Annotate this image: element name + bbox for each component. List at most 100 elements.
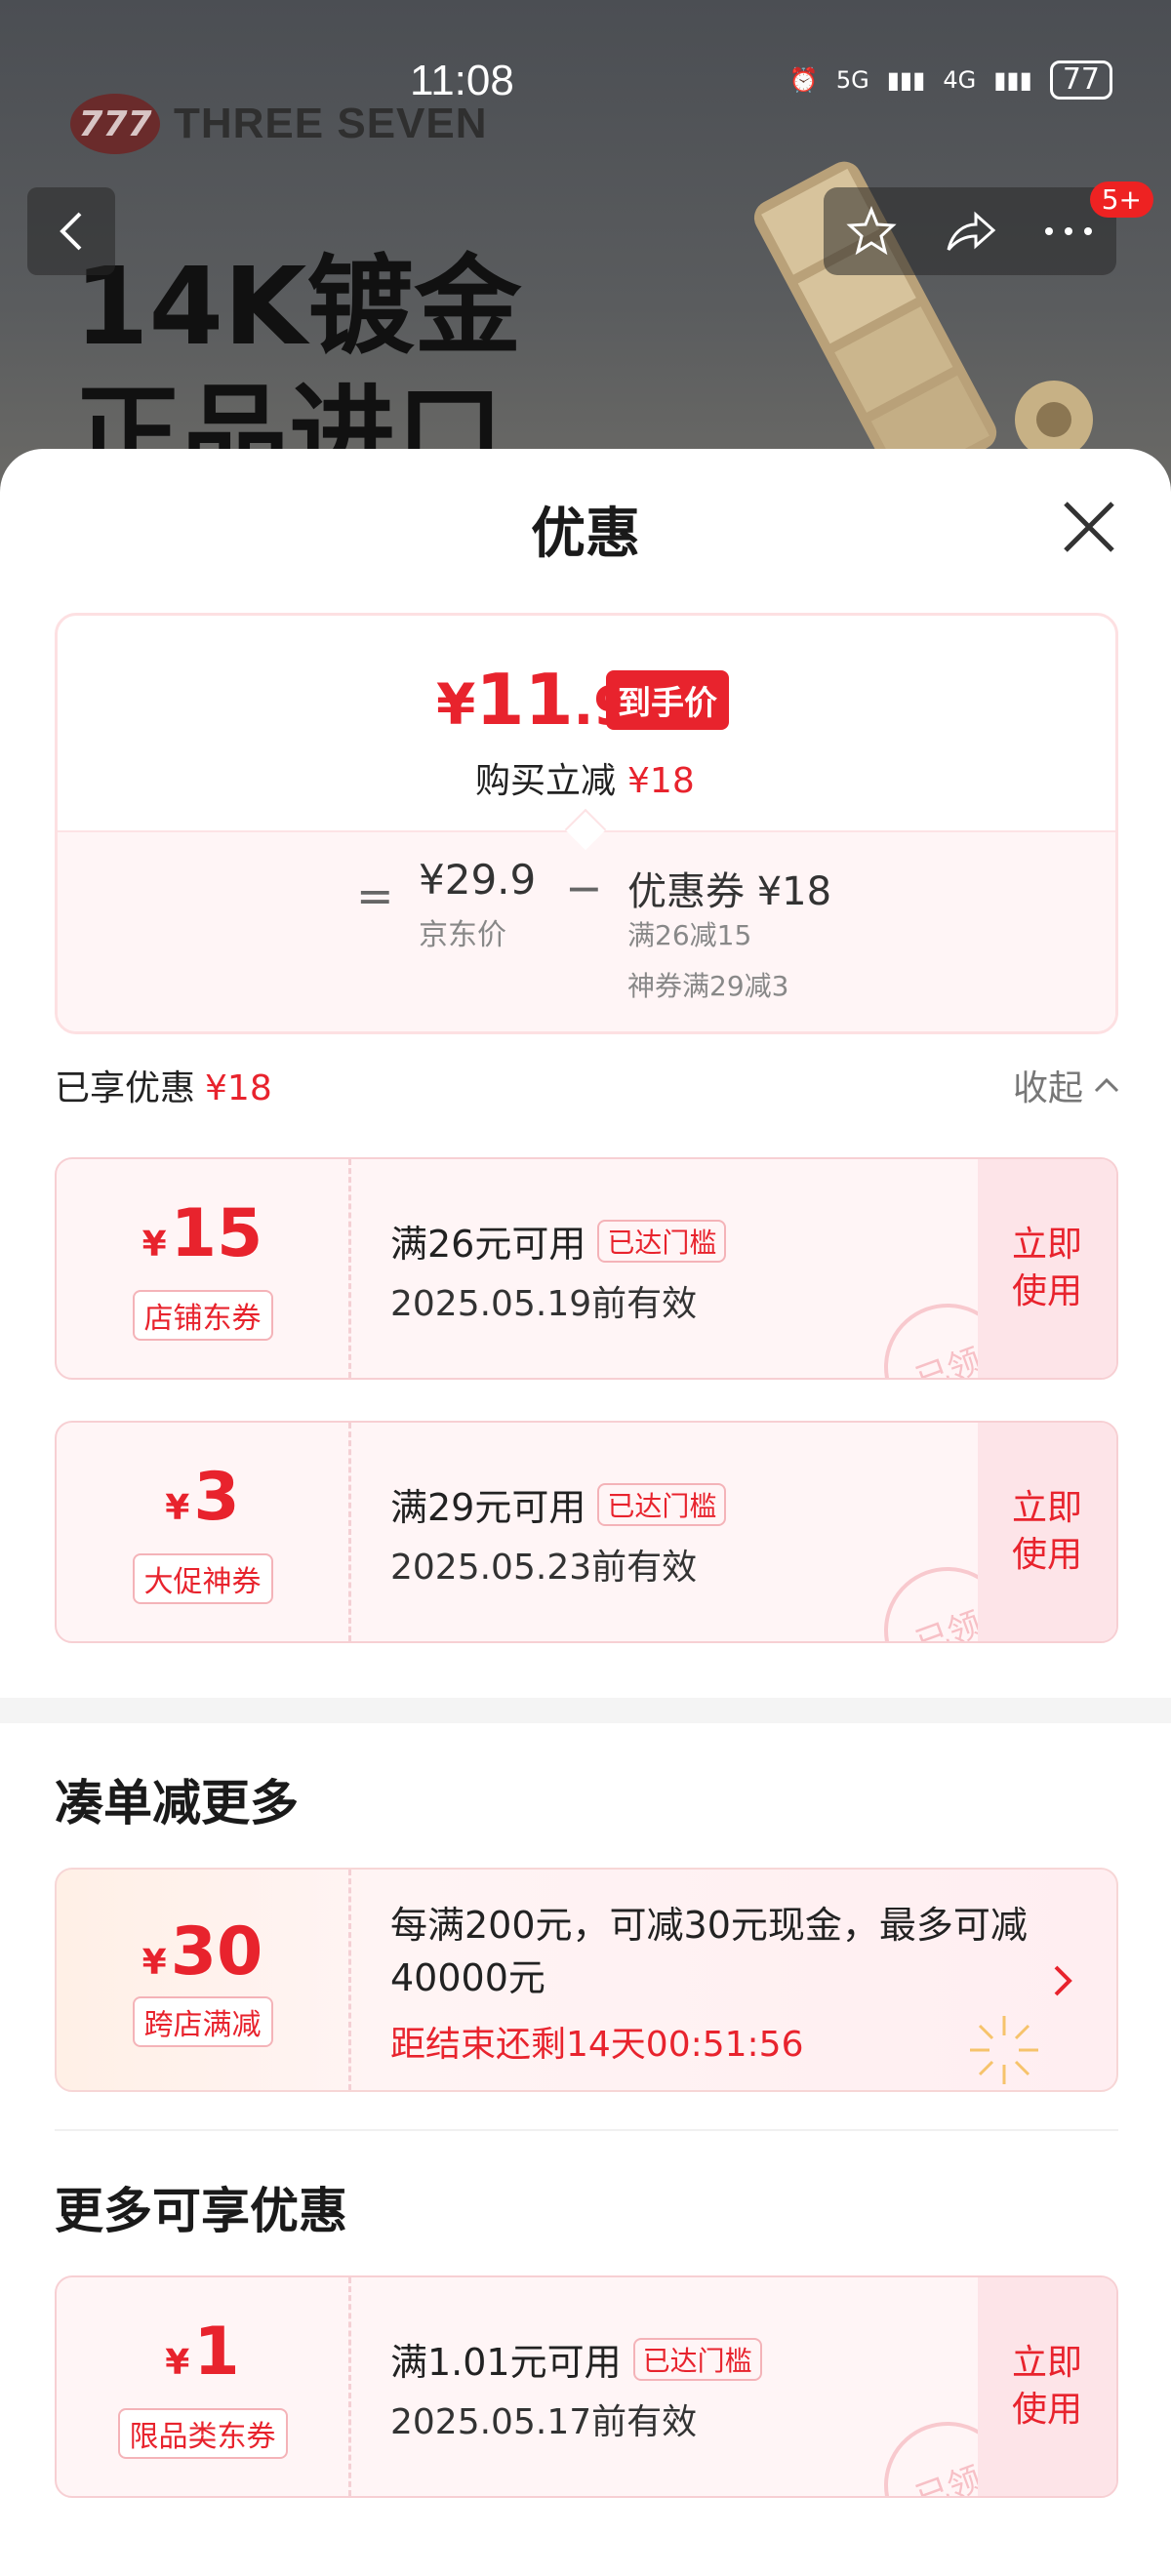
threshold-reached-badge: 已达门槛 xyxy=(597,1482,727,1526)
section-separator xyxy=(55,2129,1118,2131)
coupon-body: 满1.01元可用 已达门槛 2025.05.17前有效 xyxy=(390,2332,960,2444)
coupon-value: 15 xyxy=(170,1194,263,1272)
status-icons: ⏰ 5G ▮▮▮ 4G ▮▮▮ 77 xyxy=(789,60,1112,100)
coupon-type: 店铺东券 xyxy=(132,1289,273,1341)
battery-icon: 77 xyxy=(1049,60,1112,100)
signal-icon: ▮▮▮ xyxy=(886,66,926,94)
collapse-button[interactable]: 收起 xyxy=(1013,1060,1120,1110)
price-summary-card: ¥11.9 到手价 购买立减 ¥18 = ¥29.9 京东价 − 优惠券 ¥18 … xyxy=(55,613,1118,1034)
sparkle-icon xyxy=(970,2016,1038,2084)
use-now-label-2: 使用 xyxy=(1011,1271,1082,1311)
enjoyed-amount: ¥18 xyxy=(205,1068,272,1108)
coupon-type: 限品类东券 xyxy=(117,2407,288,2459)
notification-badge: 5+ xyxy=(1089,181,1153,218)
final-price-tag: 到手价 xyxy=(606,670,729,730)
use-now-label-1: 立即 xyxy=(1011,2343,1082,2383)
top-action-group xyxy=(824,187,1116,275)
coupon-amount-area: ¥3 大促神券 xyxy=(57,1423,351,1641)
instant-discount: 购买立减 ¥18 xyxy=(475,752,695,803)
enjoyed-discount: 已享优惠 ¥18 xyxy=(55,1060,272,1110)
equals-sign: = xyxy=(356,869,394,922)
coupon-condition-row: 满1.01元可用 已达门槛 xyxy=(390,2332,960,2386)
coupon-value: 1 xyxy=(193,2313,240,2391)
coupon-validity: 2025.05.19前有效 xyxy=(390,1284,698,1324)
brand-logo: 777 xyxy=(70,94,160,154)
brand-name: THREE SEVEN xyxy=(174,100,488,147)
coupon-body: 满29元可用 已达门槛 2025.05.23前有效 xyxy=(390,1477,960,1590)
minus-sign: − xyxy=(565,862,603,914)
back-arrow-icon xyxy=(60,212,82,251)
coupon-yen: ¥ xyxy=(165,2342,190,2383)
promo-amount-area: ¥30 跨店满减 xyxy=(57,1870,351,2090)
product-image xyxy=(753,161,1093,478)
share-icon[interactable] xyxy=(943,207,997,256)
collapse-label: 收起 xyxy=(1012,1068,1083,1108)
coupon-detail-1: 满26减15 xyxy=(627,919,752,951)
brand: 777 THREE SEVEN xyxy=(70,94,488,154)
jd-price-label: 京东价 xyxy=(419,918,506,952)
instant-label: 购买立减 xyxy=(475,761,617,801)
use-now-label-2: 使用 xyxy=(1011,2390,1082,2430)
more-deals-title: 凑单减更多 xyxy=(55,1775,299,1831)
headline-line-1: 14K镀金 xyxy=(74,244,522,369)
alarm-icon: ⏰ xyxy=(788,66,819,94)
close-icon[interactable] xyxy=(1058,496,1120,558)
use-now-label-1: 立即 xyxy=(1011,1488,1082,1528)
coupon-amount: ¥15 xyxy=(141,1194,263,1282)
coupon-body: 满26元可用 已达门槛 2025.05.19前有效 xyxy=(390,1214,960,1326)
coupon-condition-row: 满29元可用 已达门槛 xyxy=(390,1477,960,1531)
more-icon[interactable] xyxy=(1043,225,1094,237)
coupon-card: ¥3 大促神券 满29元可用 已达门槛 2025.05.23前有效 已领 立即使… xyxy=(55,1421,1118,1643)
use-now-label-2: 使用 xyxy=(1011,1535,1082,1575)
coupon-amount-area: ¥1 限品类东券 xyxy=(57,2277,351,2496)
coupon-card: ¥1 限品类东券 满1.01元可用 已达门槛 2025.05.17前有效 已领 … xyxy=(55,2275,1118,2498)
jd-price: ¥29.9 xyxy=(419,856,537,904)
chevron-right-icon xyxy=(1054,1965,1072,1996)
use-now-button[interactable]: 立即 使用 xyxy=(978,2277,1116,2496)
use-now-label-1: 立即 xyxy=(1011,1225,1082,1265)
coupon-condition: 满1.01元可用 xyxy=(390,2341,622,2384)
cross-store-promo-card[interactable]: ¥30 跨店满减 每满200元，可减30元现金，最多可减40000元 距结束还剩… xyxy=(55,1868,1118,2092)
final-price: ¥11.9 xyxy=(436,659,630,741)
coupon-condition: 满26元可用 xyxy=(390,1223,586,1266)
coupon-condition: 满29元可用 xyxy=(390,1486,586,1529)
use-now-button[interactable]: 立即 使用 xyxy=(978,1423,1116,1641)
coupon-condition-row: 满26元可用 已达门槛 xyxy=(390,1214,960,1268)
coupon-yen: ¥ xyxy=(165,1487,190,1528)
coupon-card: ¥15 店铺东券 满26元可用 已达门槛 2025.05.19前有效 已领 立即… xyxy=(55,1157,1118,1380)
coupon-amount: ¥1 xyxy=(165,2313,240,2400)
coupon-amount: ¥3 xyxy=(165,1458,240,1546)
section-divider xyxy=(0,1698,1171,1723)
threshold-reached-badge: 已达门槛 xyxy=(632,2337,762,2381)
coupon-yen: ¥ xyxy=(141,1224,167,1265)
coupon-detail-2: 神券满29减3 xyxy=(627,970,789,1002)
coupon-validity: 2025.05.17前有效 xyxy=(390,2402,698,2442)
threshold-reached-badge: 已达门槛 xyxy=(597,1219,727,1263)
price-int: 11 xyxy=(475,659,574,741)
promo-amount: ¥30 xyxy=(142,1913,263,1991)
use-now-button[interactable]: 立即 使用 xyxy=(978,1159,1116,1378)
network-5g: 5G xyxy=(835,66,869,94)
status-bar: 11:08 ⏰ 5G ▮▮▮ 4G ▮▮▮ 77 xyxy=(0,0,1171,104)
chevron-up-icon xyxy=(1094,1077,1119,1093)
more-offers-title: 更多可享优惠 xyxy=(55,2183,347,2239)
promo-countdown: 距结束还剩14天00:51:56 xyxy=(390,2025,804,2065)
coupon-type: 大促神券 xyxy=(132,1552,273,1604)
sheet-title: 优惠 xyxy=(531,503,640,566)
discount-sheet: 优惠 ¥11.9 到手价 购买立减 ¥18 = ¥29.9 京东价 − 优惠券 ¥… xyxy=(0,449,1171,2576)
coupon-total: 优惠券 ¥18 xyxy=(627,869,832,914)
coupon-value: 3 xyxy=(193,1458,240,1536)
instant-amount: ¥18 xyxy=(627,761,695,801)
signal-icon: ▮▮▮ xyxy=(993,66,1032,94)
currency-symbol: ¥ xyxy=(436,671,476,738)
promo-description: 每满200元，可减30元现金，最多可减40000元 xyxy=(390,1904,1028,1999)
star-icon[interactable] xyxy=(846,206,897,257)
back-button[interactable] xyxy=(27,187,115,275)
network-4g: 4G xyxy=(943,66,977,94)
coupon-validity: 2025.05.23前有效 xyxy=(390,1548,698,1588)
promo-yen: ¥ xyxy=(141,1942,167,1983)
promo-value: 30 xyxy=(170,1912,263,1991)
product-banner: 11:08 ⏰ 5G ▮▮▮ 4G ▮▮▮ 77 777 THREE SEVEN… xyxy=(0,0,1171,507)
coupon-amount-area: ¥15 店铺东券 xyxy=(57,1159,351,1378)
enjoyed-label: 已享优惠 xyxy=(55,1068,196,1108)
